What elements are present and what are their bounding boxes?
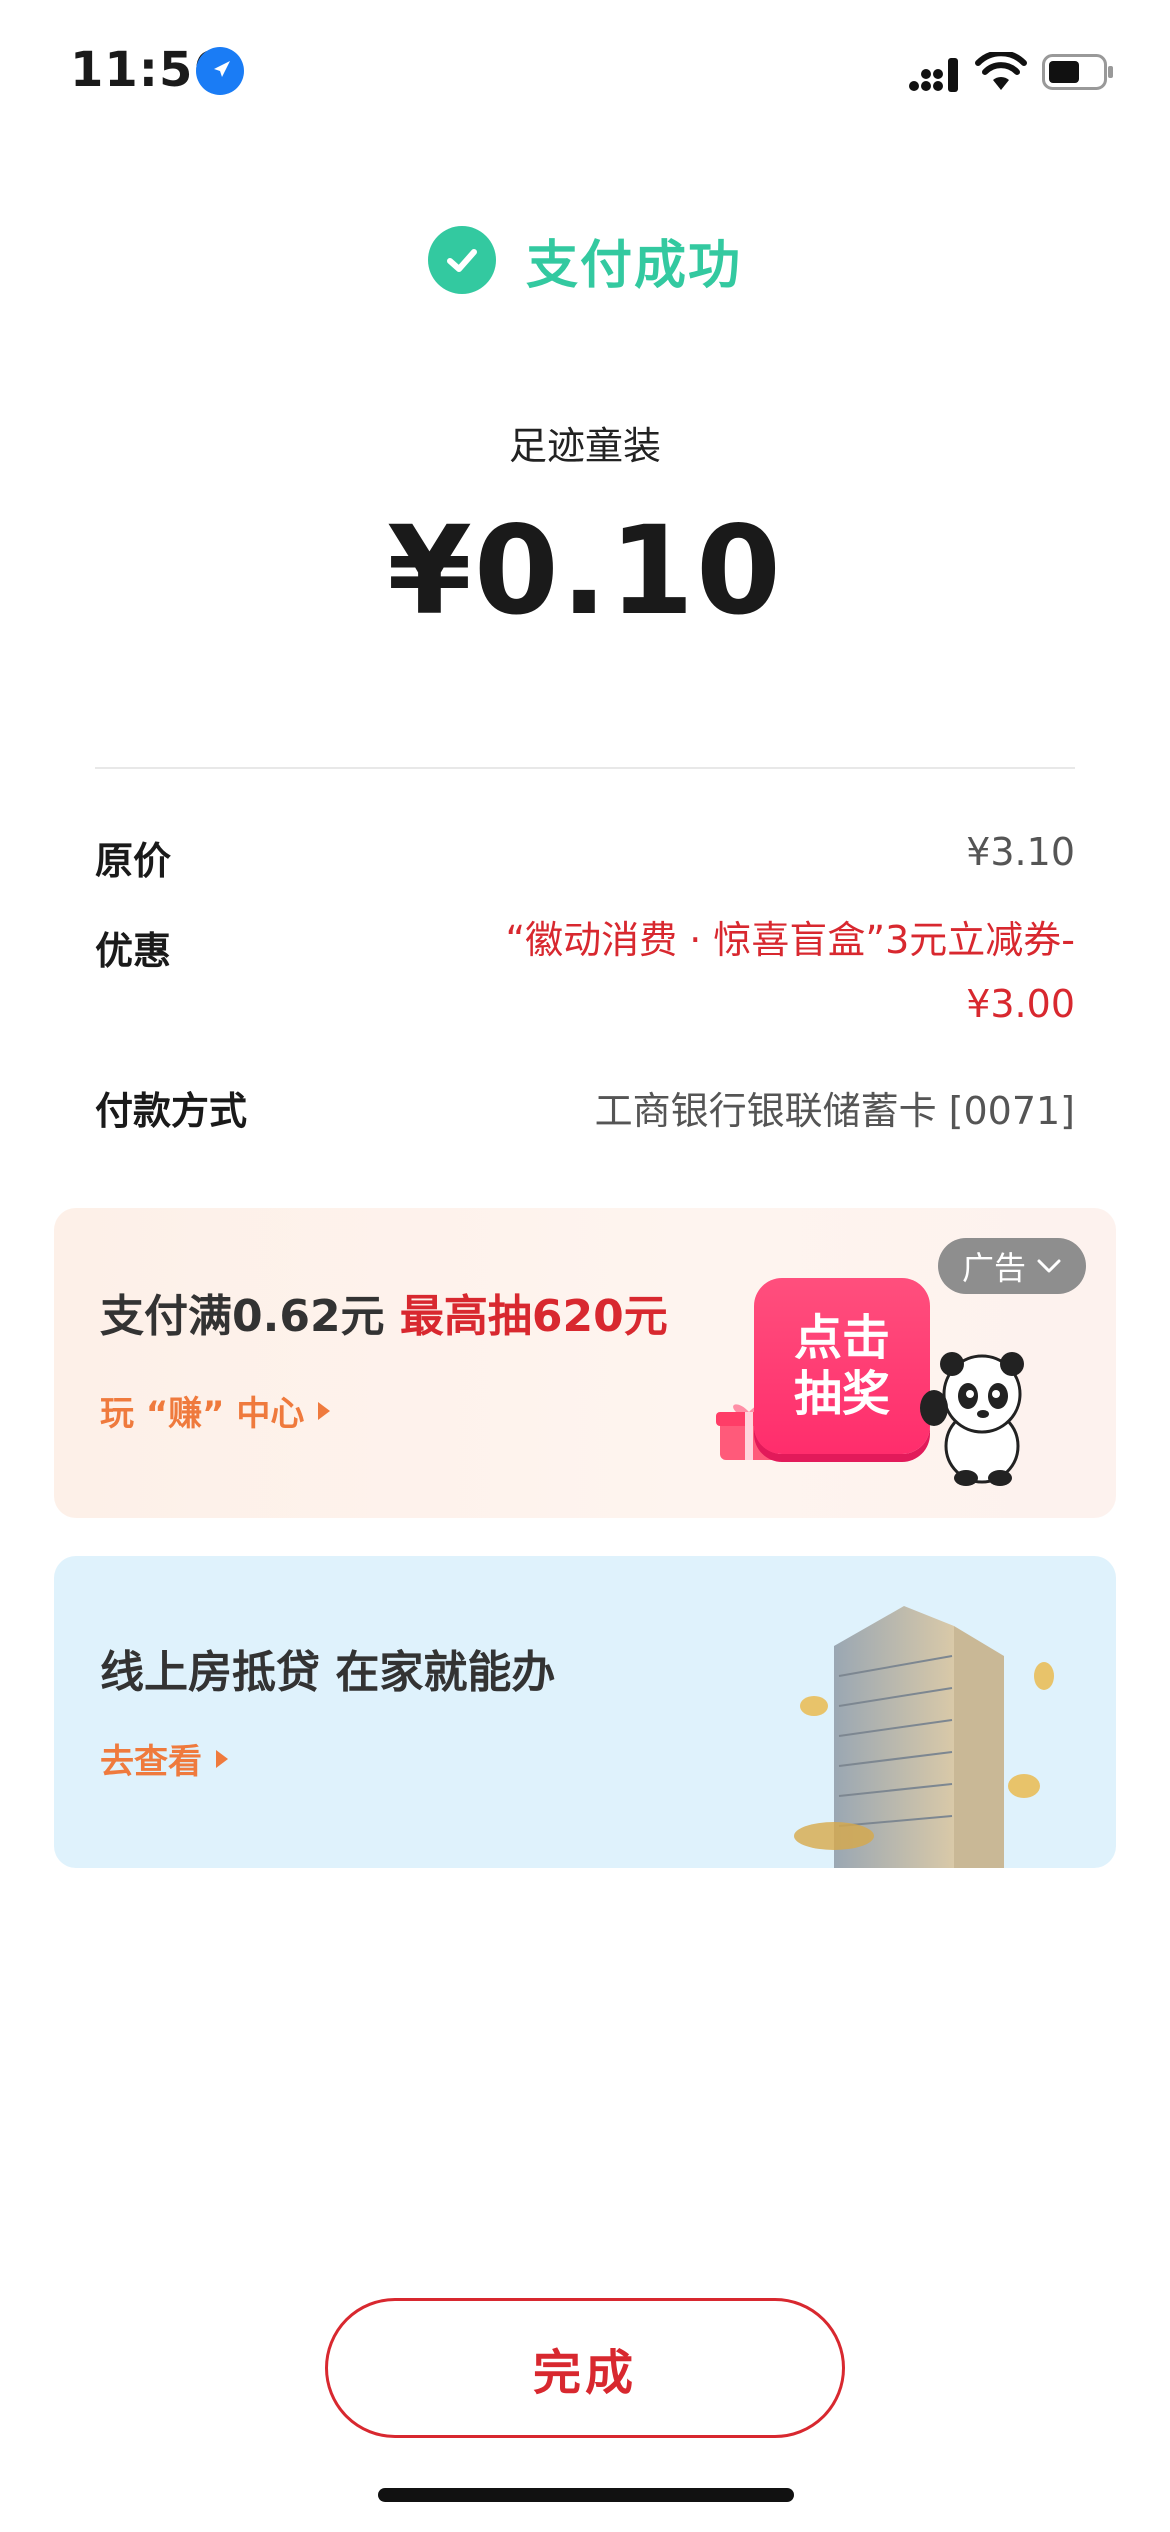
done-button[interactable]: 完成 xyxy=(325,2298,845,2438)
mortgage-promo-title: 线上房抵贷 在家就能办 xyxy=(100,1647,556,1698)
ad-badge[interactable]: 广告 xyxy=(937,1238,1086,1294)
home-indicator[interactable] xyxy=(378,2488,794,2502)
earn-center-link-text: 玩 “赚” 中心 xyxy=(100,1394,305,1434)
payment-success-screen: 11:56 支付成功 足迹童装 ¥0.10 原价 ¥3.10 优惠 “徽动消费 … xyxy=(0,0,1170,2532)
paid-amount: ¥0.10 xyxy=(387,500,783,642)
payment-method-value: 工商银行银联储蓄卡 [0071] xyxy=(594,1089,1075,1133)
building-image xyxy=(794,1606,1054,1868)
original-price-label: 原价 xyxy=(95,839,172,883)
cellular-signal-icon xyxy=(909,58,958,92)
success-title: 支付成功 xyxy=(525,235,742,296)
view-details-link[interactable]: 去查看 xyxy=(100,1734,228,1783)
mortgage-promo-card[interactable]: 线上房抵贷 在家就能办 去查看 xyxy=(54,1556,1116,1868)
earn-center-link[interactable]: 玩 “赚” 中心 xyxy=(100,1386,331,1435)
merchant-name: 足迹童装 xyxy=(508,424,661,468)
location-arrow-icon xyxy=(196,47,244,95)
discount-value: “徽动消费 · 惊喜盲盒”3元立减券-¥3.00 xyxy=(505,918,1075,1026)
lottery-promo-title: 支付满0.62元 最高抽620元 xyxy=(100,1280,668,1344)
lottery-promo-title-highlight: 最高抽620元 xyxy=(399,1291,668,1342)
battery-icon xyxy=(1042,54,1113,90)
view-details-link-text: 去查看 xyxy=(100,1742,202,1782)
triangle-right-icon xyxy=(318,1401,331,1420)
panda-mascot-icon xyxy=(920,1352,1024,1486)
chevron-down-icon xyxy=(1037,1259,1061,1273)
payment-success-header: 支付成功 xyxy=(0,220,1170,300)
lottery-draw-button[interactable]: 点击 抽奖 xyxy=(754,1278,930,1454)
divider xyxy=(95,767,1075,769)
checkmark-icon xyxy=(427,226,496,294)
discount-label: 优惠 xyxy=(95,929,172,973)
status-bar: 11:56 xyxy=(0,0,1170,150)
wifi-icon xyxy=(975,52,1027,90)
ad-badge-text: 广告 xyxy=(961,1249,1026,1287)
original-price-value: ¥3.10 xyxy=(966,830,1075,874)
triangle-right-icon xyxy=(216,1749,228,1768)
lottery-promo-card[interactable]: 支付满0.62元 最高抽620元 玩 “赚” 中心 广告 点击 抽奖 xyxy=(54,1208,1116,1518)
payment-method-label: 付款方式 xyxy=(95,1089,248,1133)
lottery-promo-title-prefix: 支付满0.62元 xyxy=(100,1291,400,1342)
